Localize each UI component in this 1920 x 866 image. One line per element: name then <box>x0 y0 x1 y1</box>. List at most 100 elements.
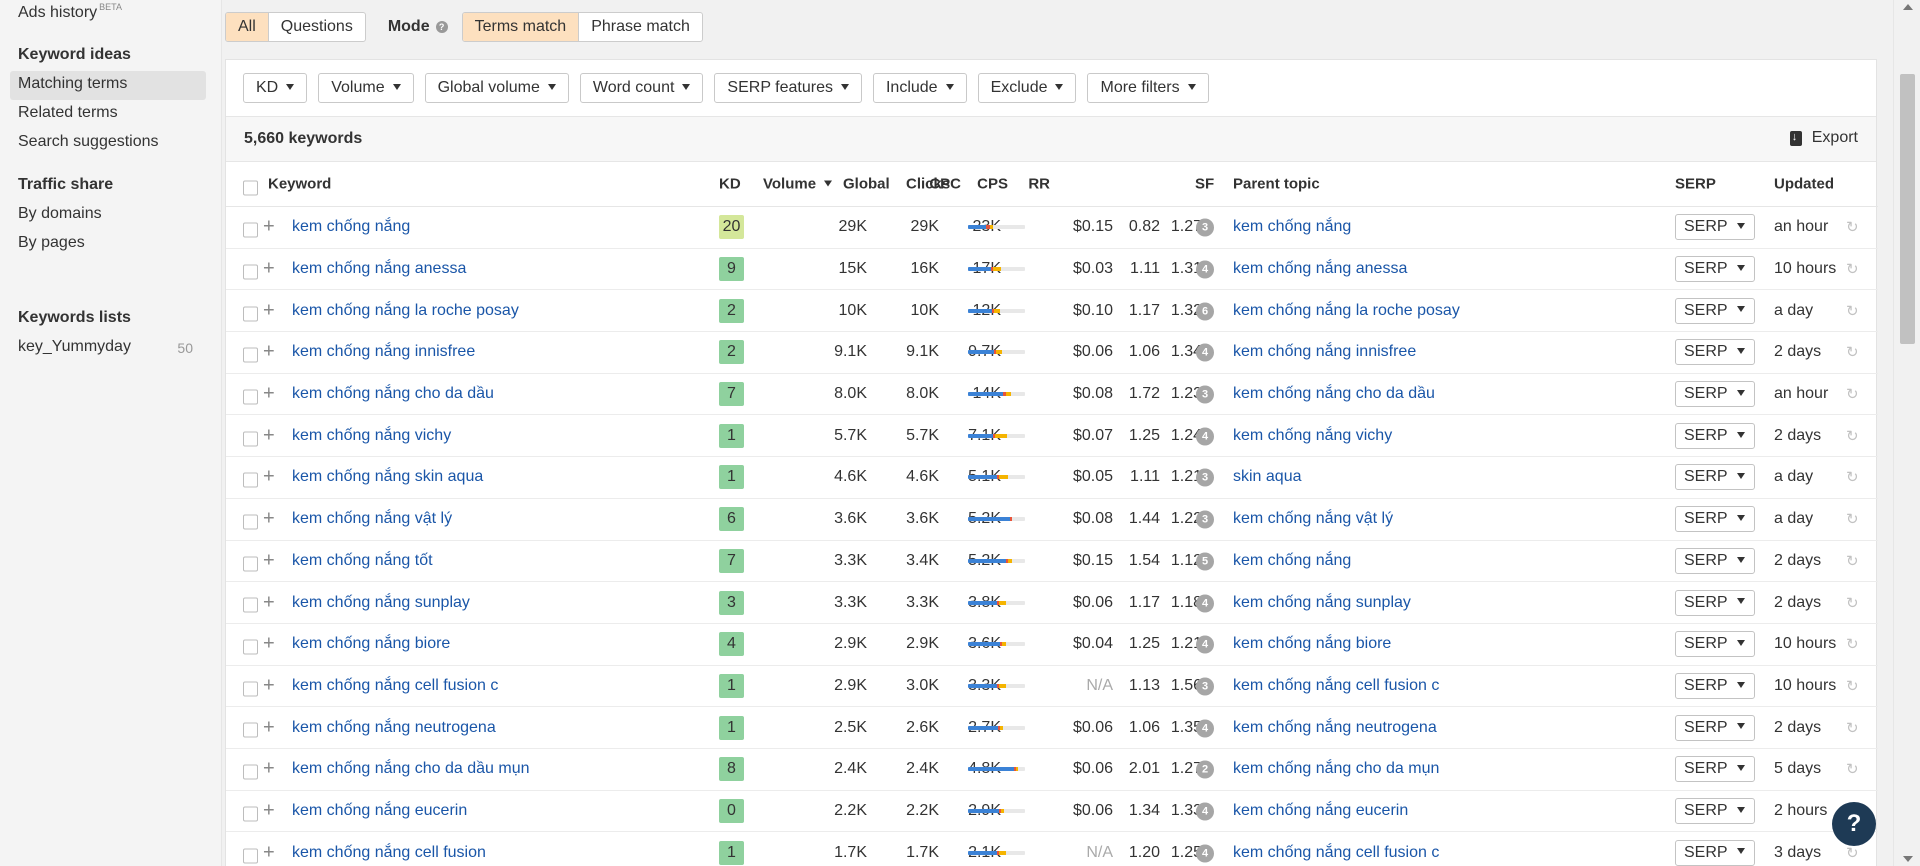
refresh-icon[interactable]: ↻ <box>1846 302 1859 320</box>
serp-button[interactable]: SERP <box>1675 631 1755 658</box>
export-button[interactable]: Export <box>1789 129 1858 147</box>
sidebar-item-by-pages[interactable]: By pages <box>18 234 85 252</box>
row-checkbox[interactable] <box>243 597 258 613</box>
keyword-link[interactable]: kem chống nắng eucerin <box>292 802 467 820</box>
refresh-icon[interactable]: ↻ <box>1846 468 1859 486</box>
row-checkbox[interactable] <box>243 556 258 572</box>
serp-dropdown[interactable]: SERP <box>1675 464 1755 491</box>
row-checkbox[interactable] <box>243 431 258 447</box>
sidebar-item-keyword-list[interactable]: key_Yummyday <box>18 338 198 356</box>
row-checkbox[interactable] <box>243 306 258 322</box>
parent-topic-link[interactable]: kem chống nắng vật lý <box>1233 510 1393 528</box>
keyword-link[interactable]: kem chống nắng anessa <box>292 260 466 278</box>
serp-button[interactable]: SERP <box>1675 297 1755 324</box>
add-to-list-icon[interactable]: + <box>263 424 275 447</box>
scroll-thumb[interactable] <box>1900 74 1915 344</box>
row-checkbox[interactable] <box>243 639 258 655</box>
serp-button[interactable]: SERP <box>1675 506 1755 533</box>
serp-features-cell[interactable]: 3 <box>1196 218 1214 237</box>
serp-button[interactable]: SERP <box>1675 256 1755 283</box>
column-global[interactable]: Global <box>843 176 890 193</box>
add-to-list-icon[interactable]: + <box>263 758 275 781</box>
serp-button[interactable]: SERP <box>1675 756 1755 783</box>
add-to-list-icon[interactable]: + <box>263 299 275 322</box>
sidebar-item-search-suggestions[interactable]: Search suggestions <box>18 133 159 151</box>
add-to-list-icon[interactable]: + <box>263 508 275 531</box>
keyword-link[interactable]: kem chống nắng sunplay <box>292 594 470 612</box>
add-to-list-icon[interactable]: + <box>263 799 275 822</box>
serp-dropdown[interactable]: SERP <box>1675 547 1755 574</box>
refresh-icon[interactable]: ↻ <box>1846 343 1859 361</box>
keyword-link[interactable]: kem chống nắng cho da dầu <box>292 385 494 403</box>
add-to-list-icon[interactable]: + <box>263 633 275 656</box>
parent-topic-link[interactable]: kem chống nắng vichy <box>1233 427 1392 445</box>
refresh-icon[interactable]: ↻ <box>1846 844 1859 862</box>
serp-features-cell[interactable]: 4 <box>1196 426 1214 446</box>
row-checkbox[interactable] <box>243 722 258 738</box>
refresh-icon[interactable]: ↻ <box>1846 427 1859 445</box>
scroll-up-arrow-icon[interactable] <box>1903 4 1913 10</box>
row-checkbox[interactable] <box>243 514 258 530</box>
parent-topic-link[interactable]: kem chống nắng <box>1233 218 1351 236</box>
refresh-icon[interactable]: ↻ <box>1846 677 1859 695</box>
row-checkbox[interactable] <box>243 681 258 697</box>
column-parent-topic[interactable]: Parent topic <box>1233 176 1320 193</box>
serp-dropdown[interactable]: SERP <box>1675 297 1755 324</box>
column-rr[interactable]: RR <box>1028 176 1050 193</box>
keyword-link[interactable]: kem chống nắng skin aqua <box>292 468 483 486</box>
refresh-icon[interactable]: ↻ <box>1846 260 1859 278</box>
serp-features-cell[interactable]: 4 <box>1196 843 1214 863</box>
filter-volume-button[interactable]: Volume <box>318 73 414 103</box>
row-checkbox[interactable] <box>243 764 258 780</box>
serp-features-cell[interactable]: 2 <box>1196 760 1214 779</box>
refresh-icon[interactable]: ↻ <box>1846 218 1859 236</box>
sidebar-item-related-terms[interactable]: Related terms <box>18 104 118 122</box>
column-kd[interactable]: KD <box>719 176 741 193</box>
keyword-link[interactable]: kem chống nắng vật lý <box>292 510 452 528</box>
row-checkbox[interactable] <box>243 806 258 822</box>
refresh-icon[interactable]: ↻ <box>1846 552 1859 570</box>
filter-word-count-button[interactable]: Word count <box>579 73 704 103</box>
serp-features-cell[interactable]: 3 <box>1196 468 1214 487</box>
serp-button[interactable]: SERP <box>1675 381 1755 408</box>
filter-exclude-button[interactable]: Exclude <box>977 73 1077 103</box>
mode-help-icon[interactable]: ? <box>435 21 448 33</box>
column-cps[interactable]: CPS <box>977 176 1008 193</box>
serp-dropdown[interactable]: SERP <box>1675 714 1755 741</box>
row-checkbox[interactable] <box>243 222 258 238</box>
add-to-list-icon[interactable]: + <box>263 258 275 281</box>
serp-button[interactable]: SERP <box>1675 339 1755 366</box>
filter-serp-features-button[interactable]: SERP features <box>714 73 862 103</box>
parent-topic-link[interactable]: kem chống nắng cho da dầu <box>1233 385 1435 403</box>
column-updated[interactable]: Updated <box>1774 176 1834 193</box>
serp-features-cell[interactable]: 4 <box>1196 718 1214 738</box>
phrase-match-tab[interactable]: Phrase match <box>579 13 702 41</box>
keyword-link[interactable]: kem chống nắng <box>292 218 410 236</box>
parent-topic-link[interactable]: kem chống nắng innisfree <box>1233 343 1416 361</box>
serp-button[interactable]: SERP <box>1675 422 1755 449</box>
sidebar-item-ads-history[interactable]: Ads history BETA <box>18 2 122 22</box>
row-checkbox[interactable] <box>243 347 258 363</box>
refresh-icon[interactable]: ↻ <box>1846 719 1859 737</box>
serp-dropdown[interactable]: SERP <box>1675 339 1755 366</box>
help-button[interactable]: ? <box>1832 802 1876 846</box>
serp-dropdown[interactable]: SERP <box>1675 797 1755 824</box>
filter-more-filters-button[interactable]: More filters <box>1087 73 1209 103</box>
add-to-list-icon[interactable]: + <box>263 341 275 364</box>
serp-dropdown[interactable]: SERP <box>1675 381 1755 408</box>
keyword-link[interactable]: kem chống nắng cho da dầu mụn <box>292 760 530 778</box>
serp-features-cell[interactable]: 6 <box>1196 301 1214 321</box>
scope-questions-tab[interactable]: Questions <box>269 13 365 41</box>
terms-match-tab[interactable]: Terms match <box>462 13 580 41</box>
serp-button[interactable]: SERP <box>1675 797 1755 824</box>
serp-button[interactable]: SERP <box>1675 214 1755 241</box>
parent-topic-link[interactable]: kem chống nắng sunplay <box>1233 594 1411 612</box>
serp-dropdown[interactable]: SERP <box>1675 756 1755 783</box>
parent-topic-link[interactable]: kem chống nắng biore <box>1233 635 1391 653</box>
serp-dropdown[interactable]: SERP <box>1675 256 1755 283</box>
serp-dropdown[interactable]: SERP <box>1675 589 1755 616</box>
serp-dropdown[interactable]: SERP <box>1675 422 1755 449</box>
row-checkbox[interactable] <box>243 264 258 280</box>
sidebar-item-by-domains[interactable]: By domains <box>18 205 102 223</box>
column-keyword[interactable]: Keyword <box>268 176 331 193</box>
